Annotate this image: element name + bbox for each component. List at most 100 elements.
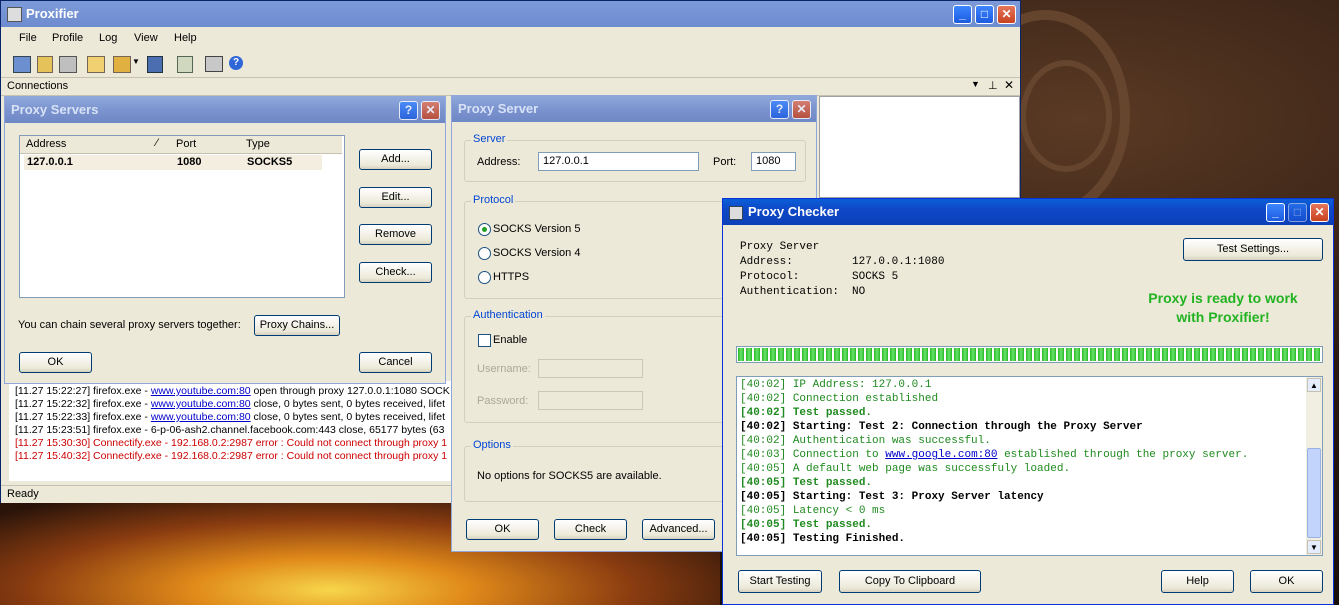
info-key: Authentication: [740,286,840,298]
log-prefix: Connectify.exe - 192.168.0.2:2987 error … [90,450,448,462]
help-button[interactable]: ? [399,101,418,120]
checker-log-line: [40:02] Test passed. [740,407,1305,421]
port-field[interactable]: 1080 [751,152,796,171]
main-titlebar[interactable]: Proxifier [1,1,1020,27]
info-key: Proxy Server [740,241,820,253]
username-label: Username: [477,363,531,375]
help-button[interactable]: ? [770,100,789,119]
test-settings-button[interactable]: Test Settings... [1183,238,1323,261]
open-profile-icon[interactable] [113,56,131,73]
log-t: [40:03] [740,449,787,461]
panel-close-icon[interactable]: ✕ [1004,78,1014,92]
add-button[interactable]: Add... [359,149,432,170]
https-radio[interactable] [478,271,491,284]
scroll-thumb[interactable] [1307,448,1321,538]
log-time: [11.27 15:22:32] [15,398,91,410]
proxy-servers-titlebar[interactable]: Proxy Servers [5,97,445,123]
close-button[interactable]: ✕ [421,101,440,120]
ready-message: Proxy is ready to work with Proxifier! [1103,289,1339,327]
enable-label[interactable]: Enable [493,334,527,346]
close-button[interactable]: ✕ [1310,203,1329,222]
name-resolution-icon[interactable] [59,56,77,73]
traffic-log[interactable]: [11.27 15:22:27] firefox.exe - www.youtu… [9,381,453,481]
log-link[interactable]: www.youtube.com:80 [151,398,251,410]
chevron-down-icon[interactable]: ▼ [132,57,140,66]
https-label[interactable]: HTTPS [493,271,529,283]
checker-titlebar[interactable]: Proxy Checker [723,199,1333,225]
server-group: Server Address: 127.0.0.1 Port: 1080 [464,133,806,182]
log-link[interactable]: www.google.com:80 [885,449,997,461]
help-icon[interactable]: ? [229,56,243,70]
row-type: SOCKS5 [247,156,293,168]
remove-button[interactable]: Remove [359,224,432,245]
log-text: Test passed. [786,407,873,419]
edit-button[interactable]: Edit... [359,187,432,208]
log-prefix: Connectify.exe - 192.168.0.2:2987 error … [90,437,448,449]
scroll-up-icon[interactable]: ▲ [1307,378,1321,392]
proxy-server-list[interactable]: Address ⁄ Port Type 127.0.0.1 1080 SOCKS… [19,135,345,298]
log-text: Testing Finished. [786,533,906,545]
ok-button[interactable]: OK [1250,570,1323,593]
ok-button[interactable]: OK [466,519,539,540]
socks4-label[interactable]: SOCKS Version 4 [493,247,580,259]
table-row[interactable]: 127.0.0.1 1080 SOCKS5 [24,155,322,170]
menu-view[interactable]: View [134,32,158,44]
save-icon[interactable] [147,56,163,73]
minimize-button[interactable]: _ [1266,203,1285,222]
log-scrollbar[interactable]: ▲ ▼ [1306,377,1322,555]
menu-file[interactable]: File [19,32,37,44]
connections-list[interactable] [819,96,1020,198]
log-text: Starting: Test 2: Connection through the… [786,421,1143,433]
log-t: [40:05] [740,505,787,517]
scroll-down-icon[interactable]: ▼ [1307,540,1321,554]
clipboard-icon[interactable] [177,56,193,73]
start-testing-button[interactable]: Start Testing [738,570,822,593]
checker-log-line: [40:05] A default web page was successfu… [740,463,1305,477]
log-t: [40:02] [740,435,787,447]
address-field[interactable]: 127.0.0.1 [538,152,699,171]
menu-help[interactable]: Help [174,32,197,44]
log-t: [40:02] [740,379,787,391]
close-button[interactable]: ✕ [792,100,811,119]
check-button[interactable]: Check [554,519,627,540]
address-label: Address: [477,156,521,168]
log-link[interactable]: www.youtube.com:80 [151,411,251,423]
log-link[interactable]: www.youtube.com:80 [151,385,251,397]
check-button[interactable]: Check... [359,262,432,283]
copy-to-clipboard-button[interactable]: Copy To Clipboard [839,570,981,593]
log-line: [11.27 15:22:32] firefox.exe - www.youtu… [15,398,445,410]
menu-profile[interactable]: Profile [52,32,83,44]
close-button[interactable]: ✕ [997,5,1016,24]
printer-icon[interactable] [205,56,223,72]
socks4-radio[interactable] [478,247,491,260]
menu-log[interactable]: Log [99,32,117,44]
advanced-button[interactable]: Advanced... [642,519,715,540]
cancel-button[interactable]: Cancel [359,352,432,373]
info-key: Address: [740,256,793,268]
log-prefix: firefox.exe - [90,385,151,397]
checker-log[interactable]: [40:02] IP Address: 127.0.0.1 [40:02] Con… [736,376,1323,556]
rules-icon[interactable] [37,56,53,73]
minimize-button[interactable]: _ [953,5,972,24]
help-button[interactable]: Help [1161,570,1234,593]
proxy-servers-icon[interactable] [13,56,31,73]
socks5-radio[interactable] [478,223,491,236]
ok-button[interactable]: OK [19,352,92,373]
log-text: Authentication was successful. [786,435,991,447]
proxy-chains-button[interactable]: Proxy Chains... [254,315,340,336]
proxifier-app-icon [7,7,22,23]
socks5-label[interactable]: SOCKS Version 5 [493,223,580,235]
maximize-button[interactable]: □ [975,5,994,24]
column-address[interactable]: Address [26,138,66,150]
log-after: established through the proxy server. [997,449,1249,461]
enable-checkbox[interactable] [478,334,491,347]
new-profile-icon[interactable] [87,56,105,73]
column-type[interactable]: Type [246,138,270,150]
wallpaper-swirl [1020,60,1112,172]
proxy-server-titlebar[interactable]: Proxy Server [452,96,816,122]
panel-dropdown-icon[interactable]: ▼ [971,79,980,89]
checker-title: Proxy Checker [748,204,840,219]
progress-fill [738,348,1321,361]
pin-icon[interactable]: ⊥ [988,79,998,92]
column-port[interactable]: Port [176,138,196,150]
